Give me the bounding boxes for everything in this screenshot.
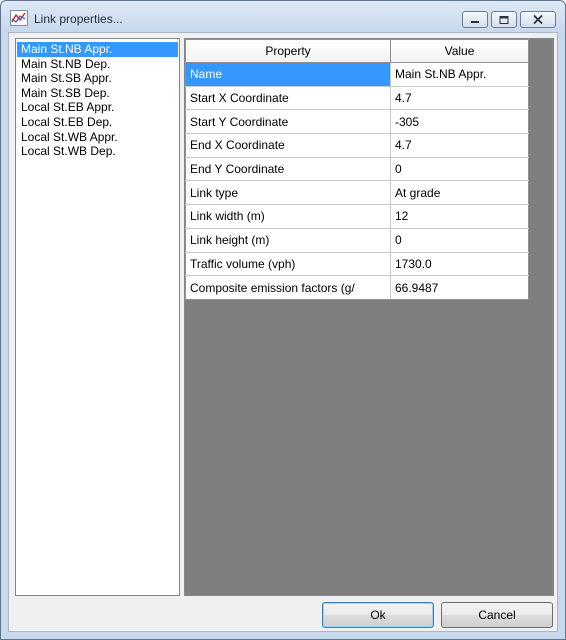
link-properties-window: Link properties... Main St.NB Appr. Main… (0, 0, 566, 640)
link-list-item[interactable]: Main St.NB Dep. (17, 57, 178, 72)
value-cell[interactable]: -305 (390, 109, 529, 135)
link-list-item[interactable]: Local St.WB Dep. (17, 144, 178, 159)
property-cell[interactable]: Composite emission factors (g/ (185, 275, 391, 300)
value-cell[interactable]: 0 (390, 227, 529, 253)
property-column-header[interactable]: Property (185, 39, 391, 63)
maximize-button[interactable] (491, 11, 517, 28)
property-cell[interactable]: Traffic volume (vph) (185, 251, 391, 277)
link-list-item[interactable]: Local St.WB Appr. (17, 130, 178, 145)
grid-row[interactable]: End Y Coordinate 0 (185, 156, 529, 182)
value-cell[interactable]: 0 (390, 156, 529, 182)
window-title: Link properties... (34, 12, 123, 26)
chart-link-icon (10, 10, 28, 26)
link-list-item[interactable]: Local St.EB Dep. (17, 115, 178, 130)
dialog-client-area: Main St.NB Appr. Main St.NB Dep. Main St… (8, 32, 558, 632)
link-list-item[interactable]: Local St.EB Appr. (17, 100, 178, 115)
value-cell[interactable]: 4.7 (390, 133, 529, 158)
minimize-button[interactable] (462, 11, 488, 28)
property-grid: Property Value Name Main St.NB Appr. Sta… (185, 39, 529, 300)
value-cell[interactable]: 12 (390, 204, 529, 229)
value-cell[interactable]: At grade (390, 180, 529, 206)
grid-row[interactable]: Composite emission factors (g/ 66.9487 (185, 275, 529, 300)
value-column-header[interactable]: Value (390, 39, 529, 63)
grid-row[interactable]: End X Coordinate 4.7 (185, 133, 529, 158)
cancel-button[interactable]: Cancel (441, 602, 553, 628)
link-list-item[interactable]: Main St.NB Appr. (17, 42, 178, 57)
property-cell[interactable]: Name (185, 62, 391, 87)
link-list-item[interactable]: Main St.SB Appr. (17, 71, 178, 86)
grid-row[interactable]: Link height (m) 0 (185, 227, 529, 253)
property-cell[interactable]: Link width (m) (185, 204, 391, 229)
grid-row[interactable]: Start Y Coordinate -305 (185, 109, 529, 135)
caption-buttons (462, 11, 556, 28)
close-button[interactable] (520, 11, 556, 28)
link-list[interactable]: Main St.NB Appr. Main St.NB Dep. Main St… (15, 38, 180, 596)
grid-row[interactable]: Link width (m) 12 (185, 204, 529, 229)
property-cell[interactable]: Link type (185, 180, 391, 206)
property-cell[interactable]: End Y Coordinate (185, 156, 391, 182)
grid-row[interactable]: Link type At grade (185, 180, 529, 206)
property-cell[interactable]: End X Coordinate (185, 133, 391, 158)
property-cell[interactable]: Start X Coordinate (185, 85, 391, 111)
property-cell[interactable]: Start Y Coordinate (185, 109, 391, 135)
property-grid-panel: Property Value Name Main St.NB Appr. Sta… (184, 38, 554, 596)
value-cell[interactable]: 4.7 (390, 85, 529, 111)
property-cell[interactable]: Link height (m) (185, 227, 391, 253)
title-bar[interactable]: Link properties... (1, 1, 565, 33)
value-cell[interactable]: Main St.NB Appr. (390, 62, 529, 87)
link-list-item[interactable]: Main St.SB Dep. (17, 86, 178, 101)
ok-button[interactable]: Ok (322, 602, 434, 628)
maximize-icon (499, 15, 509, 24)
grid-row[interactable]: Name Main St.NB Appr. (185, 62, 529, 87)
grid-row[interactable]: Start X Coordinate 4.7 (185, 85, 529, 111)
minimize-icon (471, 20, 479, 23)
grid-row[interactable]: Traffic volume (vph) 1730.0 (185, 251, 529, 277)
value-cell[interactable]: 66.9487 (390, 275, 529, 300)
close-icon (533, 15, 543, 24)
value-cell[interactable]: 1730.0 (390, 251, 529, 277)
